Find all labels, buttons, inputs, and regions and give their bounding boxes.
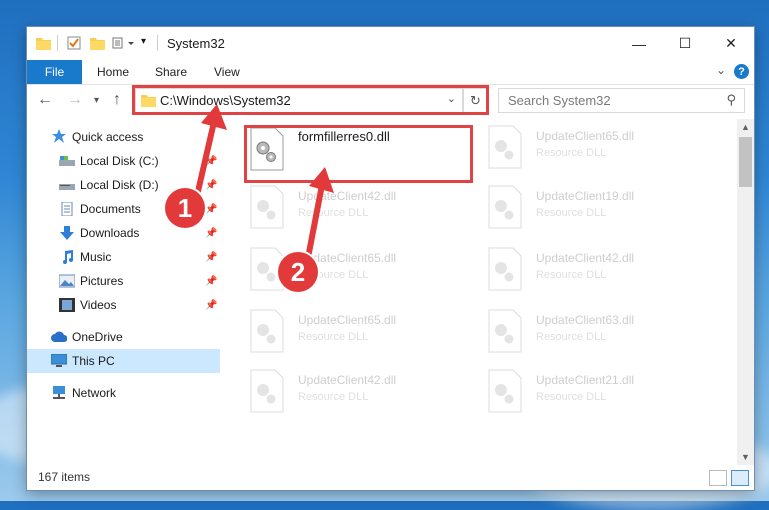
sidebar-item-local-disk-c[interactable]: Local Disk (C:) 📌 (27, 149, 220, 173)
tab-home[interactable]: Home (97, 65, 129, 79)
dll-file-icon (488, 185, 522, 229)
folder-icon (36, 38, 51, 50)
dll-file-icon (250, 369, 284, 413)
tab-share[interactable]: Share (155, 65, 187, 79)
scroll-up-icon[interactable]: ▲ (737, 122, 754, 132)
maximize-button[interactable]: ☐ (662, 27, 708, 60)
divider (57, 35, 58, 51)
sidebar-item-quick-access[interactable]: Quick access (27, 125, 220, 149)
file-item[interactable]: UpdateClient19.dll Resource DLL (487, 185, 717, 241)
file-item[interactable]: UpdateClient65.dll Resource DLL (487, 125, 717, 181)
star-icon (52, 129, 66, 143)
search-input[interactable]: Search System32 (508, 93, 611, 108)
sidebar-item-music[interactable]: Music 📌 (27, 245, 220, 269)
network-icon (53, 386, 65, 399)
details-view-icon[interactable] (709, 470, 727, 486)
videos-icon (59, 298, 75, 312)
up-arrow-icon[interactable]: ↑ (113, 91, 121, 109)
expand-ribbon-icon[interactable]: ⌄ (716, 63, 726, 77)
help-icon[interactable]: ? (734, 64, 749, 79)
tab-file[interactable]: File (27, 60, 82, 84)
sidebar-item-videos[interactable]: Videos 📌 (27, 293, 220, 317)
drive-icon (59, 184, 75, 190)
close-button[interactable]: ✕ (708, 27, 754, 60)
documents-icon (61, 202, 73, 216)
dropdown-arrow-icon[interactable]: ▾ (141, 36, 146, 47)
vertical-scrollbar[interactable]: ▲ ▼ (737, 119, 754, 465)
sidebar-item-pictures[interactable]: Pictures 📌 (27, 269, 220, 293)
customize-toolbar-icon[interactable] (112, 36, 138, 50)
file-item[interactable]: UpdateClient42.dll Resource DLL (249, 185, 479, 241)
tab-view[interactable]: View (214, 65, 240, 79)
pin-icon[interactable]: 📌 (205, 228, 217, 239)
file-item[interactable]: UpdateClient42.dll Resource DLL (249, 369, 479, 425)
pin-icon[interactable]: 📌 (205, 156, 217, 167)
file-item[interactable]: UpdateClient42.dll Resource DLL (487, 247, 717, 303)
navigation-pane: Quick access Local Disk (C:) 📌 Local Dis… (27, 119, 222, 465)
file-highlight (244, 125, 473, 183)
sidebar-item-onedrive[interactable]: OneDrive (27, 325, 220, 349)
properties-icon[interactable] (67, 36, 82, 50)
music-icon (63, 250, 73, 264)
address-bar-highlight (132, 85, 489, 115)
search-icon[interactable]: ⚲ (726, 92, 736, 108)
step-2-badge: 2 (278, 252, 318, 292)
dll-file-icon (488, 369, 522, 413)
drive-icon (59, 156, 75, 166)
dll-file-icon (488, 309, 522, 353)
pin-icon[interactable]: 📌 (205, 180, 217, 191)
forward-arrow-icon[interactable]: → (67, 91, 83, 109)
pin-icon[interactable]: 📌 (205, 300, 217, 311)
pin-icon[interactable]: 📌 (205, 252, 217, 263)
scroll-thumb[interactable] (739, 137, 752, 187)
pictures-icon (59, 274, 75, 288)
file-item[interactable]: UpdateClient65.dll Resource DLL (249, 309, 479, 365)
dll-file-icon (488, 125, 522, 169)
back-arrow-icon[interactable]: ← (37, 91, 53, 109)
recent-locations-icon[interactable]: ▾ (94, 95, 99, 106)
dll-file-icon (488, 247, 522, 291)
title-bar: ▾ System32 — ☐ ✕ (27, 27, 754, 60)
dll-file-icon (250, 185, 284, 229)
pin-icon[interactable]: 📌 (205, 276, 217, 287)
status-bar: 167 items (27, 465, 754, 490)
ribbon: File Home Share View ⌄ ? (27, 60, 754, 85)
step-1-badge: 1 (165, 188, 205, 228)
sidebar-item-network[interactable]: Network (27, 381, 220, 405)
cloud-icon (51, 331, 67, 342)
new-folder-icon[interactable] (90, 36, 105, 50)
minimize-button[interactable]: — (616, 27, 662, 60)
file-item[interactable]: UpdateClient63.dll Resource DLL (487, 309, 717, 365)
large-icons-view-icon[interactable] (731, 470, 749, 486)
item-count: 167 items (38, 470, 91, 484)
window-title: System32 (167, 36, 225, 51)
divider (157, 35, 158, 51)
pin-icon[interactable]: 📌 (205, 204, 217, 215)
dll-file-icon (250, 309, 284, 353)
file-item[interactable]: UpdateClient21.dll Resource DLL (487, 369, 717, 425)
scroll-down-icon[interactable]: ▼ (737, 452, 754, 462)
sidebar-item-this-pc[interactable]: This PC (27, 349, 220, 373)
search-box[interactable]: Search System32 ⚲ (498, 88, 745, 113)
downloads-icon (60, 226, 74, 240)
computer-icon (51, 354, 67, 367)
